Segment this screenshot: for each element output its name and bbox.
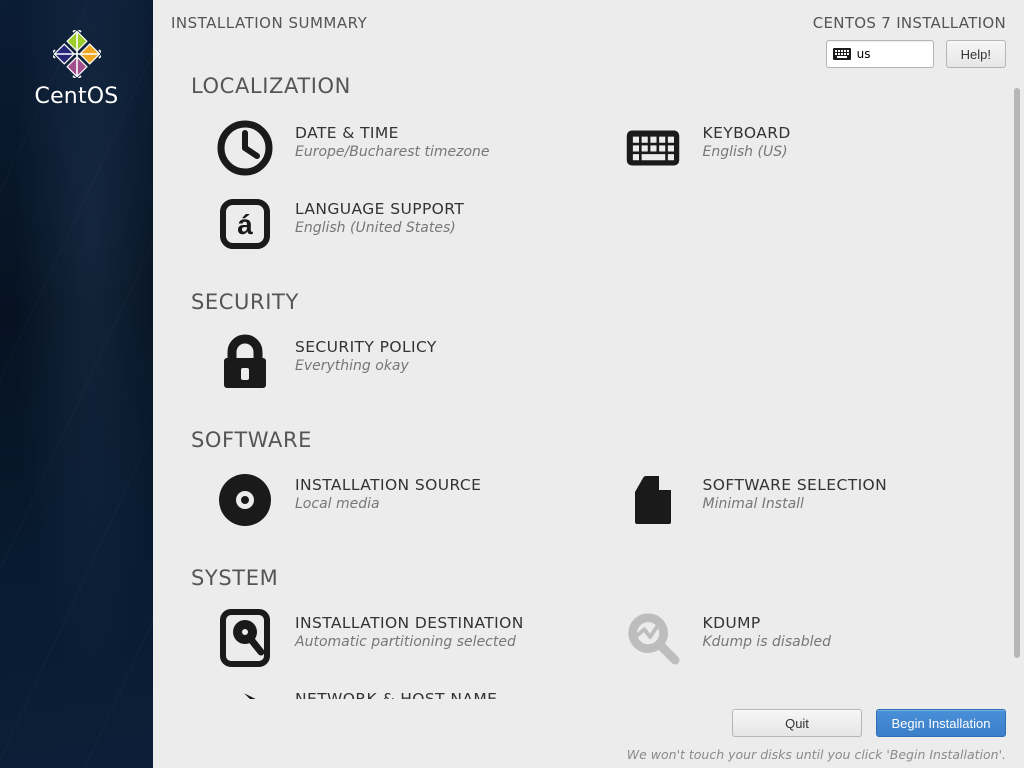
help-button[interactable]: Help!: [946, 40, 1006, 68]
spoke-text: KDUMP Kdump is disabled: [703, 610, 831, 650]
keyboard-layout-label: us: [857, 47, 871, 61]
spoke-installation-destination[interactable]: INSTALLATION DESTINATION Automatic parti…: [191, 604, 589, 680]
spoke-text: NETWORK & HOST NAME Wired (eno16777736) …: [295, 686, 526, 699]
header-controls: us Help!: [813, 40, 1006, 68]
network-icon: [217, 686, 273, 699]
spoke-text: SOFTWARE SELECTION Minimal Install: [703, 472, 888, 512]
keyboard-icon: [625, 120, 681, 176]
category-system: SYSTEM: [191, 566, 996, 590]
package-icon: [625, 472, 681, 528]
lock-icon: [217, 334, 273, 390]
footer-buttons: Quit Begin Installation: [171, 709, 1006, 737]
svg-text:á: á: [237, 209, 253, 240]
footer: Quit Begin Installation We won't touch y…: [153, 699, 1024, 768]
main-panel: INSTALLATION SUMMARY CENTOS 7 INSTALLATI…: [153, 0, 1024, 768]
spoke-title: SOFTWARE SELECTION: [703, 476, 888, 494]
spoke-title: SECURITY POLICY: [295, 338, 437, 356]
spoke-text: SECURITY POLICY Everything okay: [295, 334, 437, 374]
product-logo: CentOS: [0, 30, 153, 109]
spoke-network[interactable]: NETWORK & HOST NAME Wired (eno16777736) …: [191, 680, 594, 699]
spoke-text: DATE & TIME Europe/Bucharest timezone: [295, 120, 490, 160]
summary-body: LOCALIZATION DATE & TIME Europe/Buchares…: [153, 76, 1024, 699]
spoke-status: Minimal Install: [703, 496, 888, 512]
keyboard-layout-indicator[interactable]: us: [826, 40, 934, 68]
footer-note: We won't touch your disks until you clic…: [171, 747, 1006, 762]
language-icon: á: [217, 196, 273, 252]
spoke-text: KEYBOARD English (US): [703, 120, 791, 160]
product-name: CentOS: [0, 84, 153, 109]
spoke-title: INSTALLATION SOURCE: [295, 476, 481, 494]
spoke-language-support[interactable]: á LANGUAGE SUPPORT English (United State…: [191, 190, 594, 266]
spoke-keyboard[interactable]: KEYBOARD English (US): [599, 114, 997, 190]
category-software: SOFTWARE: [191, 428, 996, 452]
spoke-title: KDUMP: [703, 614, 831, 632]
header-right: CENTOS 7 INSTALLATION us Help!: [813, 14, 1006, 68]
spoke-security-policy[interactable]: SECURITY POLICY Everything okay: [191, 328, 594, 404]
spoke-title: DATE & TIME: [295, 124, 490, 142]
spoke-title: KEYBOARD: [703, 124, 791, 142]
spoke-installation-source[interactable]: INSTALLATION SOURCE Local media: [191, 466, 589, 542]
centos-logo-icon: [53, 30, 101, 78]
spoke-status: Local media: [295, 496, 481, 512]
spoke-status: Automatic partitioning selected: [295, 634, 524, 650]
sidebar: CentOS: [0, 0, 153, 768]
spoke-status: Kdump is disabled: [703, 634, 831, 650]
page-title: INSTALLATION SUMMARY: [171, 14, 367, 32]
summary-scroll-area: LOCALIZATION DATE & TIME Europe/Buchares…: [153, 76, 1024, 699]
category-localization: LOCALIZATION: [191, 76, 996, 98]
spoke-status: English (United States): [295, 220, 464, 236]
spoke-datetime[interactable]: DATE & TIME Europe/Bucharest timezone: [191, 114, 589, 190]
scrollbar-thumb[interactable]: [1014, 88, 1020, 658]
spoke-status: Europe/Bucharest timezone: [295, 144, 490, 160]
spoke-text: INSTALLATION DESTINATION Automatic parti…: [295, 610, 524, 650]
scrollbar[interactable]: [1010, 76, 1020, 691]
spoke-status: Everything okay: [295, 358, 437, 374]
disk-icon: [217, 610, 273, 666]
spoke-title: NETWORK & HOST NAME: [295, 690, 526, 699]
installer-title: CENTOS 7 INSTALLATION: [813, 14, 1006, 32]
spoke-status: English (US): [703, 144, 791, 160]
clock-icon: [217, 120, 273, 176]
spoke-text: INSTALLATION SOURCE Local media: [295, 472, 481, 512]
keyboard-small-icon: [833, 48, 851, 60]
spoke-title: LANGUAGE SUPPORT: [295, 200, 464, 218]
spoke-kdump[interactable]: KDUMP Kdump is disabled: [599, 604, 997, 680]
header: INSTALLATION SUMMARY CENTOS 7 INSTALLATI…: [153, 0, 1024, 76]
quit-button[interactable]: Quit: [732, 709, 862, 737]
category-security: SECURITY: [191, 290, 996, 314]
disc-icon: [217, 472, 273, 528]
spoke-software-selection[interactable]: SOFTWARE SELECTION Minimal Install: [599, 466, 997, 542]
spoke-text: LANGUAGE SUPPORT English (United States): [295, 196, 464, 236]
kdump-icon: [625, 610, 681, 666]
spoke-title: INSTALLATION DESTINATION: [295, 614, 524, 632]
begin-installation-button[interactable]: Begin Installation: [876, 709, 1006, 737]
